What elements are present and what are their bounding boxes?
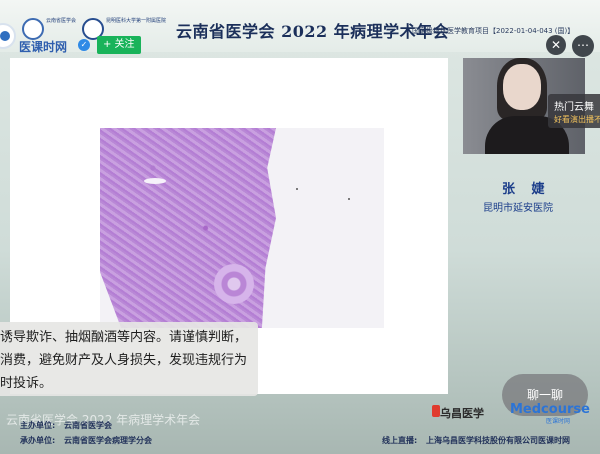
brand-medcourse-sub: 医课时网	[546, 418, 571, 425]
brand-wuchang: 乌昌医学	[440, 407, 484, 420]
speaker-face	[503, 64, 541, 110]
tissue-nodule	[214, 264, 254, 304]
vessel-lumen	[144, 178, 166, 184]
medical-association-logo-icon	[22, 18, 44, 40]
brand-medcourse: Medcourse	[510, 402, 590, 417]
speck	[296, 188, 298, 190]
wuchang-logo-icon	[432, 405, 440, 417]
notice-line: 诱导欺诈、抽烟酗酒等内容。请谨慎判断，	[0, 330, 248, 345]
organizer-label: 承办单位:	[20, 436, 56, 445]
close-icon[interactable]: ✕	[546, 35, 566, 55]
speaker-name: 张 婕	[502, 182, 551, 197]
hot-card-title[interactable]: 热门云舞	[554, 98, 594, 113]
host-label: 主办单位:	[20, 421, 56, 430]
logo-right-caption: 昆明医科大学第一附属医院	[106, 18, 167, 24]
more-options-icon[interactable]: ⋯	[572, 35, 594, 57]
cme-project-note: 国家级继续医学教育项目【2022-01-04-043 (国)】	[412, 27, 575, 35]
notice-line: 消费，避免财产及人身损失，发现违规行为	[0, 353, 248, 368]
channel-name[interactable]: 医课时网	[19, 38, 67, 55]
hot-card-subtitle[interactable]: 好看演出播不	[554, 114, 600, 125]
verified-icon: ✓	[78, 39, 90, 51]
notice-line: 时投诉。	[0, 376, 53, 391]
histology-micrograph	[100, 128, 384, 328]
conference-title: 云南省医学会 2022 年病理学术年会	[176, 22, 450, 41]
speaker-organization: 昆明市延安医院	[483, 203, 553, 214]
live-value: 上海乌昌医学科技股份有限公司医课时网	[426, 436, 570, 445]
live-label: 线上直播:	[382, 436, 418, 445]
host-value: 云南省医学会	[64, 421, 112, 430]
speck	[348, 198, 350, 200]
follow-button[interactable]: + 关注	[97, 36, 141, 54]
safety-notice: 诱导欺诈、抽烟酗酒等内容。请谨慎判断， 消费，避免财产及人身损失，发现违规行为 …	[0, 322, 258, 396]
tissue-section	[100, 128, 276, 328]
organizer-value: 云南省医学会病理学分会	[64, 436, 152, 445]
